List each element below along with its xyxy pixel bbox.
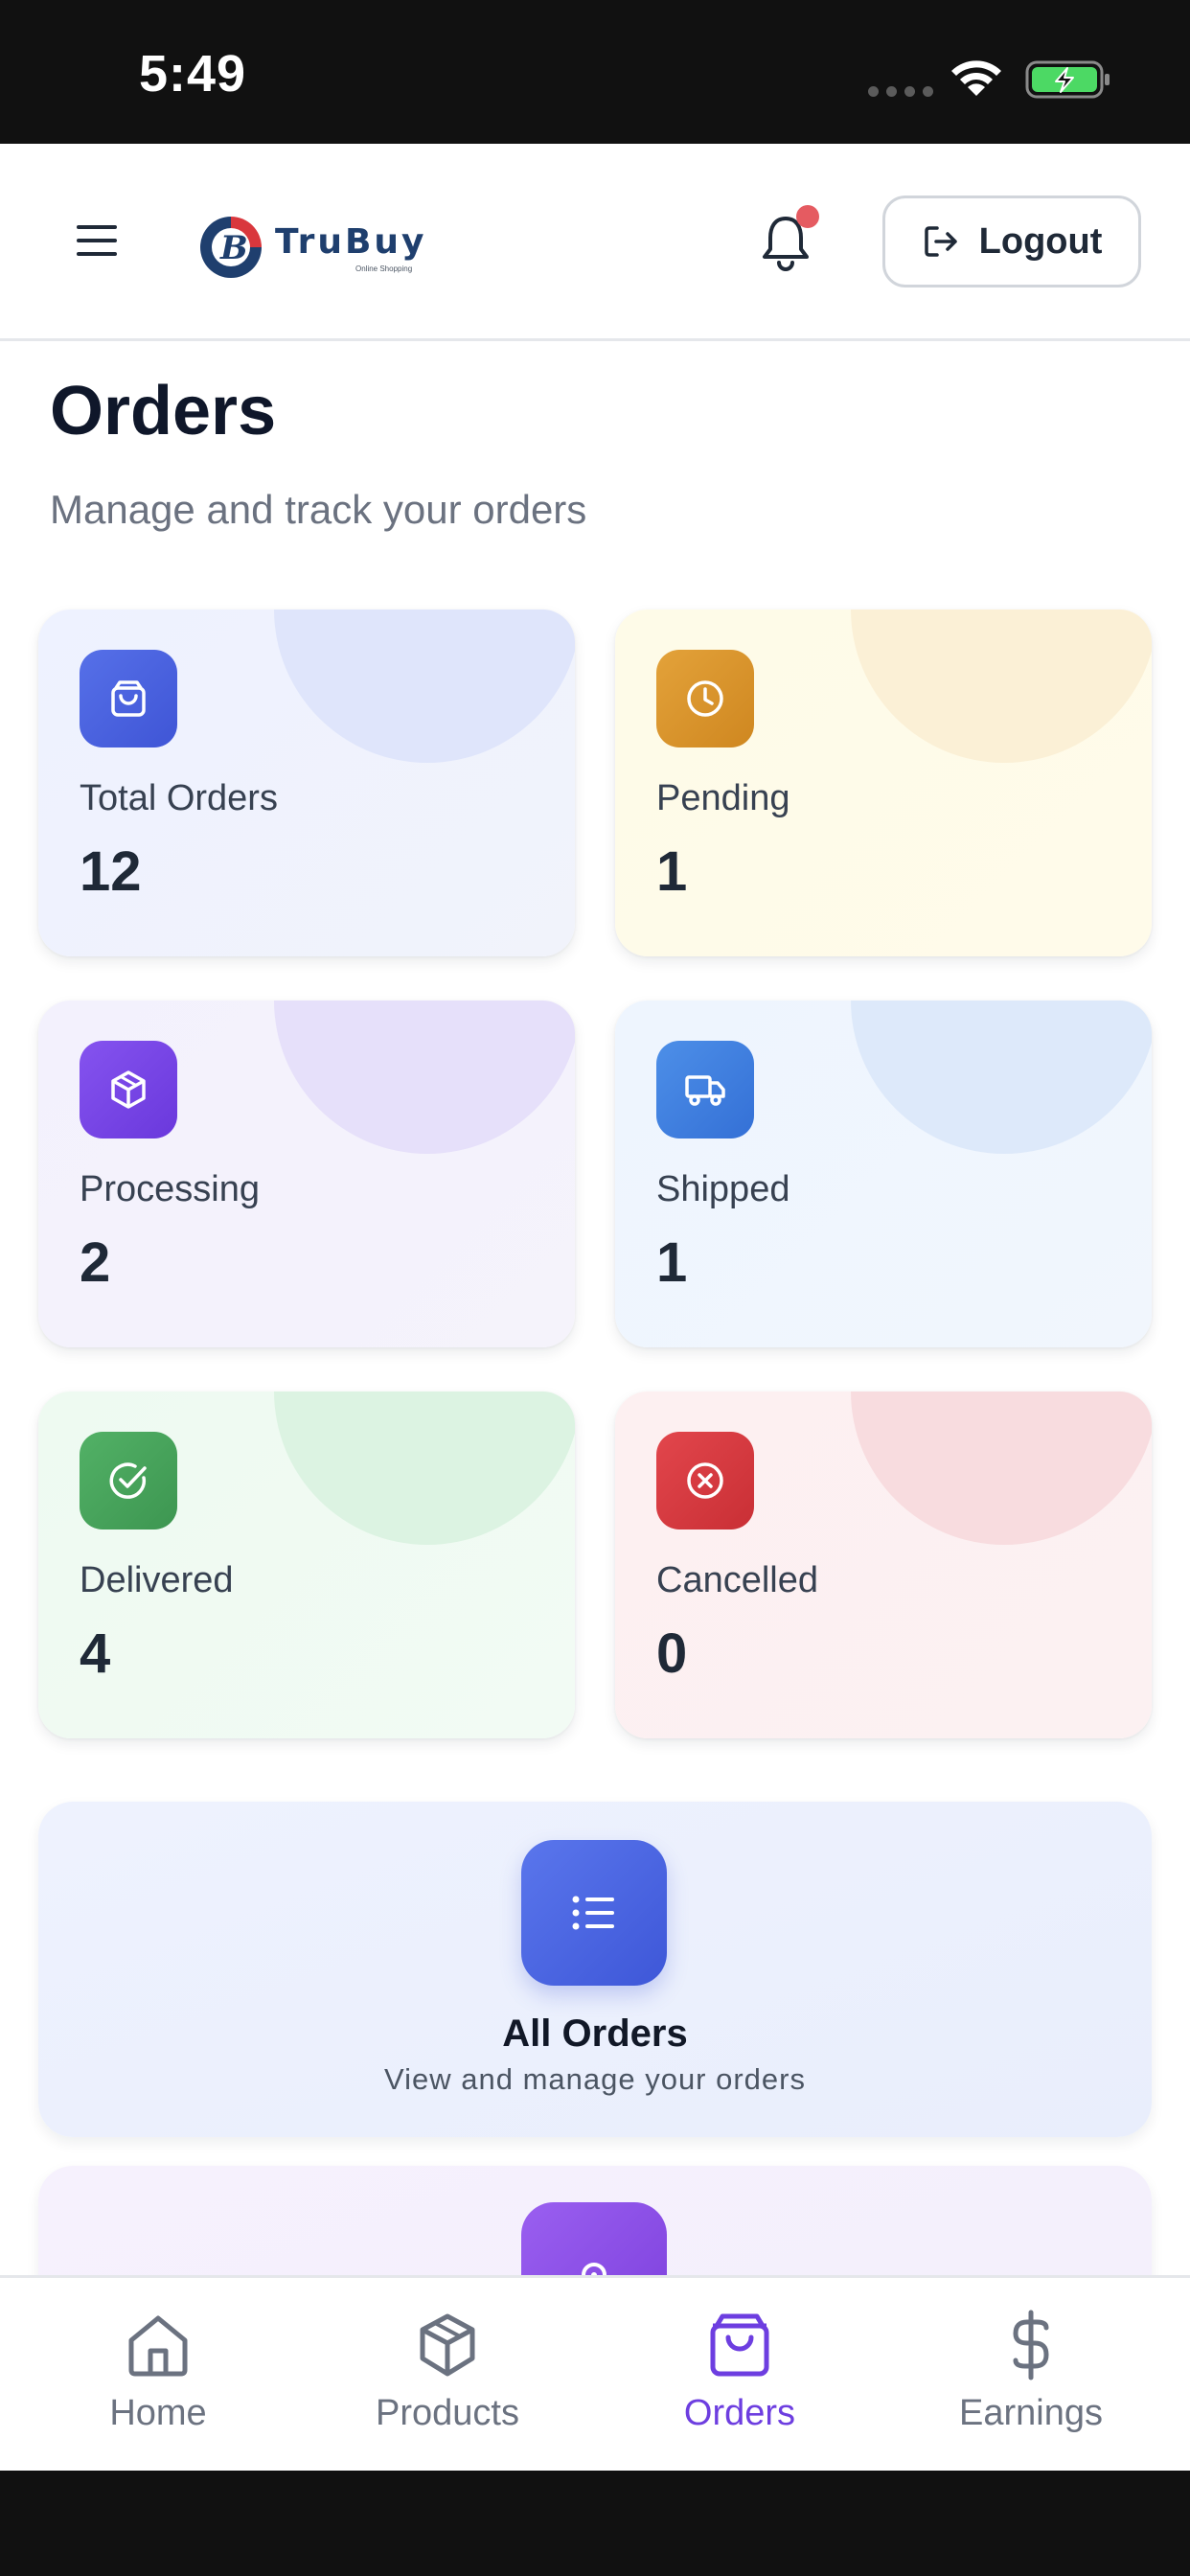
x-circle-icon [656,1432,754,1530]
notification-badge [796,205,819,228]
stat-card-delivered[interactable]: Delivered 4 [38,1392,575,1738]
stat-card-shipped[interactable]: Shipped 1 [615,1000,1152,1347]
stat-card-processing[interactable]: Processing 2 [38,1000,575,1347]
check-circle-icon [80,1432,177,1530]
clock-icon [656,650,754,748]
nav-label: Earnings [959,2393,1103,2433]
stat-card-total-orders[interactable]: Total Orders 12 [38,610,575,956]
brand-logo[interactable]: B TruBuy Online Shopping [196,209,426,286]
stat-label: Processing [80,1169,260,1209]
wifi-icon [951,60,1001,96]
nav-label: Orders [683,2393,796,2433]
brand-name: TruBuy [275,222,427,262]
nav-item-products[interactable]: Products [332,2309,562,2452]
logout-label: Logout [978,220,1103,262]
stat-label: Total Orders [80,778,278,818]
shopping-bag-icon [80,650,177,748]
brand-tagline: Online Shopping [355,264,413,273]
stat-value: 12 [80,840,142,903]
page-title: Orders [50,373,277,449]
home-icon [128,2315,188,2377]
all-orders-title: All Orders [502,2012,688,2055]
all-orders-subtitle: View and manage your orders [383,2062,806,2096]
cube-icon [420,2313,475,2377]
stat-value: 2 [80,1231,111,1294]
stat-card-pending[interactable]: Pending 1 [615,610,1152,956]
list-icon [521,1840,667,1986]
app-screen: 5:49 B TruBuy Online Shopping Logout Ord… [0,0,1190,2576]
bottom-nav: Home Products Orders Earnings [0,2275,1190,2471]
logout-icon [924,226,957,257]
status-bar: 5:49 [0,0,1190,144]
nav-item-earnings[interactable]: Earnings [916,2309,1146,2452]
cellular-signal-icon [868,86,933,97]
stat-card-cancelled[interactable]: Cancelled 0 [615,1392,1152,1738]
status-time: 5:49 [139,45,247,103]
page-subtitle: Manage and track your orders [50,487,587,532]
stat-label: Pending [656,778,790,818]
all-orders-card[interactable]: All Orders View and manage your orders [38,1802,1152,2137]
logo-mark-icon: B [200,217,262,278]
shopping-bag-icon [710,2313,769,2377]
stat-label: Shipped [656,1169,790,1209]
stat-value: 1 [656,1231,688,1294]
system-bottom-bar [0,2471,1190,2576]
dollar-icon [1013,2310,1049,2380]
stat-label: Delivered [80,1560,234,1600]
stat-value: 4 [80,1622,111,1685]
nav-label: Home [109,2393,207,2433]
nav-item-orders[interactable]: Orders [625,2309,855,2452]
svg-text:B: B [219,229,248,267]
truck-icon [656,1041,754,1138]
cube-icon [80,1041,177,1138]
app-header: B TruBuy Online Shopping Logout [0,144,1190,341]
stat-value: 0 [656,1622,688,1685]
menu-icon[interactable] [75,222,119,259]
nav-label: Products [376,2393,519,2433]
stat-label: Cancelled [656,1560,818,1600]
logout-button[interactable]: Logout [882,196,1141,288]
stat-value: 1 [656,840,688,903]
nav-item-home[interactable]: Home [43,2309,273,2452]
battery-icon [1025,60,1110,99]
